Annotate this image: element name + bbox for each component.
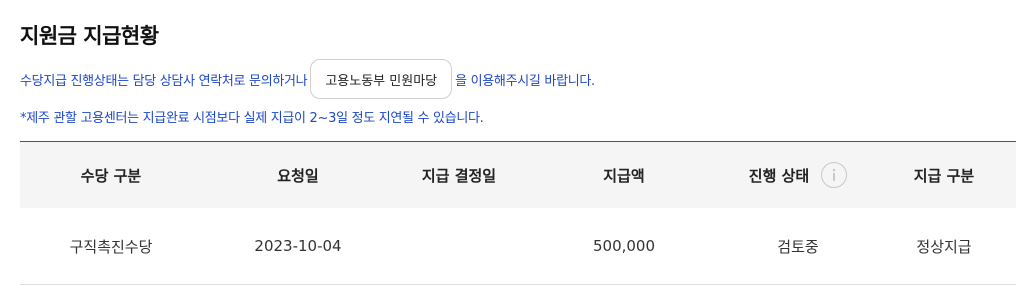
table-header-row: 수당 구분 요청일 지급 결정일 지급액 진행 상태 지급 구분 — [20, 142, 1016, 208]
notice-contact-text: 수당지급 진행상태는 담당 상담사 연락처로 문의하거나 — [20, 73, 308, 89]
header-payment-type: 지급 구분 — [913, 166, 975, 185]
info-circle-icon[interactable] — [821, 162, 848, 188]
cell-amount: 500,000 — [592, 237, 656, 255]
info-glyph — [832, 168, 836, 181]
header-status-label: 진행 상태 — [748, 166, 810, 185]
notice-jeju-delay: *제주 관할 고용센터는 지급완료 시점보다 실제 지급이 2~3일 정도 지연… — [20, 111, 484, 126]
table-row: 구직촉진수당 2023-10-04 500,000 검토중 정상지급 — [20, 208, 1016, 285]
notice-contact-line: 수당지급 진행상태는 담당 상담사 연락처로 문의하거나 고용노동부 민원마당 … — [20, 58, 595, 100]
notice-contact-text-after: 을 이용해주시길 바랍니다. — [455, 73, 595, 89]
page-title: 지원금 지급현황 — [20, 24, 159, 48]
header-allowance-type: 수당 구분 — [80, 166, 142, 185]
cell-payment-type: 정상지급 — [916, 237, 972, 256]
cell-status: 검토중 — [777, 237, 819, 256]
header-amount: 지급액 — [603, 166, 645, 185]
cell-allowance-type: 구직촉진수당 — [69, 237, 153, 256]
header-status: 진행 상태 — [724, 162, 872, 188]
payment-status-table: 수당 구분 요청일 지급 결정일 지급액 진행 상태 지급 구분 구직촉진수당 … — [20, 141, 1016, 285]
header-decision-date: 지급 결정일 — [421, 166, 497, 185]
header-request-date: 요청일 — [277, 166, 319, 185]
civil-petition-link-button[interactable]: 고용노동부 민원마당 — [310, 59, 453, 99]
cell-request-date: 2023-10-04 — [254, 237, 342, 255]
